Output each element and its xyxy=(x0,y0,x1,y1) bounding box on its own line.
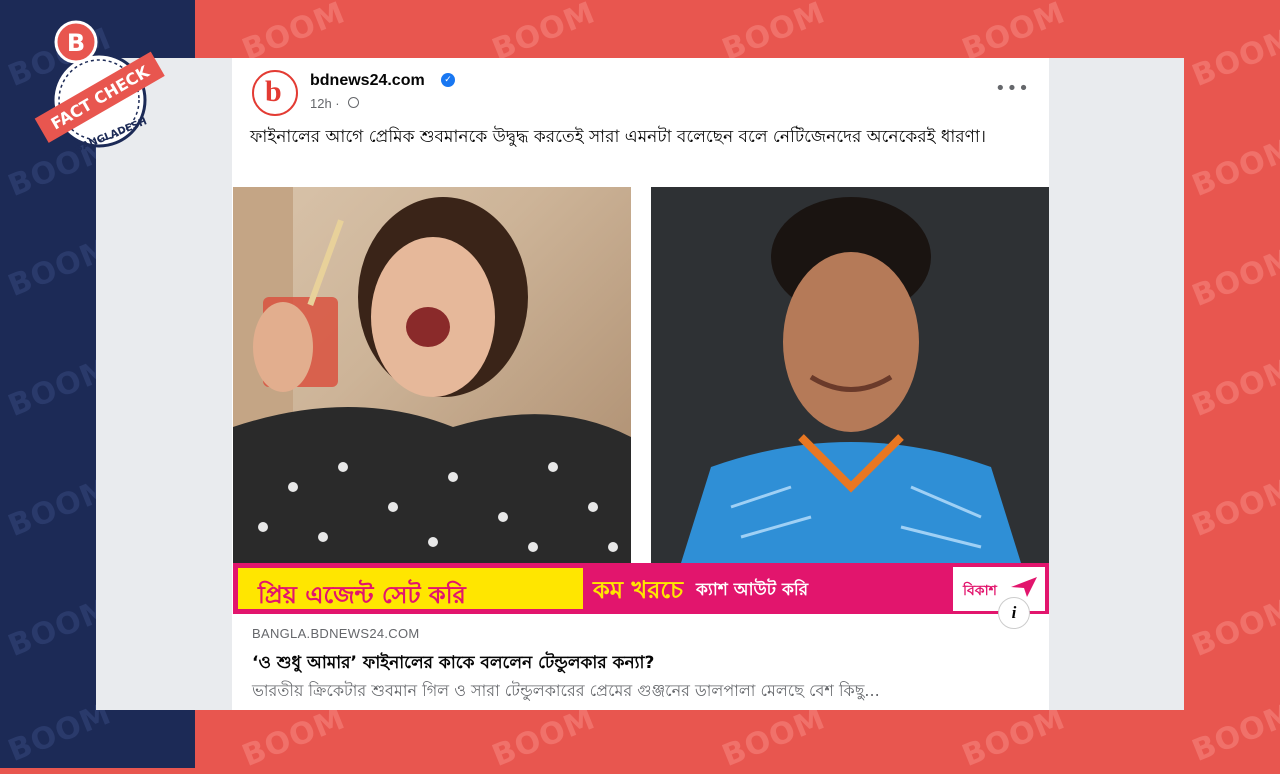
link-headline[interactable]: ‘ও শুধু আমার’ ফাইনালের কাকে বললেন টেন্ডু… xyxy=(252,650,654,678)
ad-brand-name: বিকাশ xyxy=(963,583,997,599)
page-name-link[interactable]: bdnews24.com xyxy=(310,72,425,90)
avatar-letter: b xyxy=(265,75,282,108)
link-domain: BANGLA.BDNEWS24.COM xyxy=(252,626,420,641)
boom-fact-check-logo: B FACT CHECK BANGLADESH xyxy=(34,20,165,155)
post-time-link[interactable]: 12h · xyxy=(310,96,340,111)
globe-icon xyxy=(348,97,359,108)
more-options-button[interactable]: ••• xyxy=(995,78,1030,99)
svg-text:B: B xyxy=(67,29,85,57)
info-button[interactable]: i xyxy=(998,597,1030,629)
ad-banner[interactable]: প্রিয় এজেন্ট সেট করি কম খরচে ক্যাশ আউট … xyxy=(233,563,1049,614)
ad-text-secondary: কম খরচে xyxy=(593,576,684,604)
verified-badge-icon: ✓ xyxy=(441,73,455,87)
photo-divider xyxy=(631,187,651,563)
ad-text-tertiary: ক্যাশ আউট করি xyxy=(696,580,809,600)
post-text: ফাইনালের আগে প্রেমিক শুবমানকে উদ্বুদ্ধ ক… xyxy=(250,127,986,147)
ad-text-primary: প্রিয় এজেন্ট সেট করি xyxy=(258,581,466,609)
photo-woman[interactable] xyxy=(233,187,631,563)
page-avatar[interactable]: b xyxy=(252,70,298,116)
ad-yellow-panel: প্রিয় এজেন্ট সেট করি xyxy=(238,568,583,609)
photo-man[interactable] xyxy=(651,187,1049,563)
link-description: ভারতীয় ক্রিকেটার শুবমান গিল ও সারা টেন্… xyxy=(252,681,880,700)
bird-logo-icon xyxy=(1011,577,1037,597)
